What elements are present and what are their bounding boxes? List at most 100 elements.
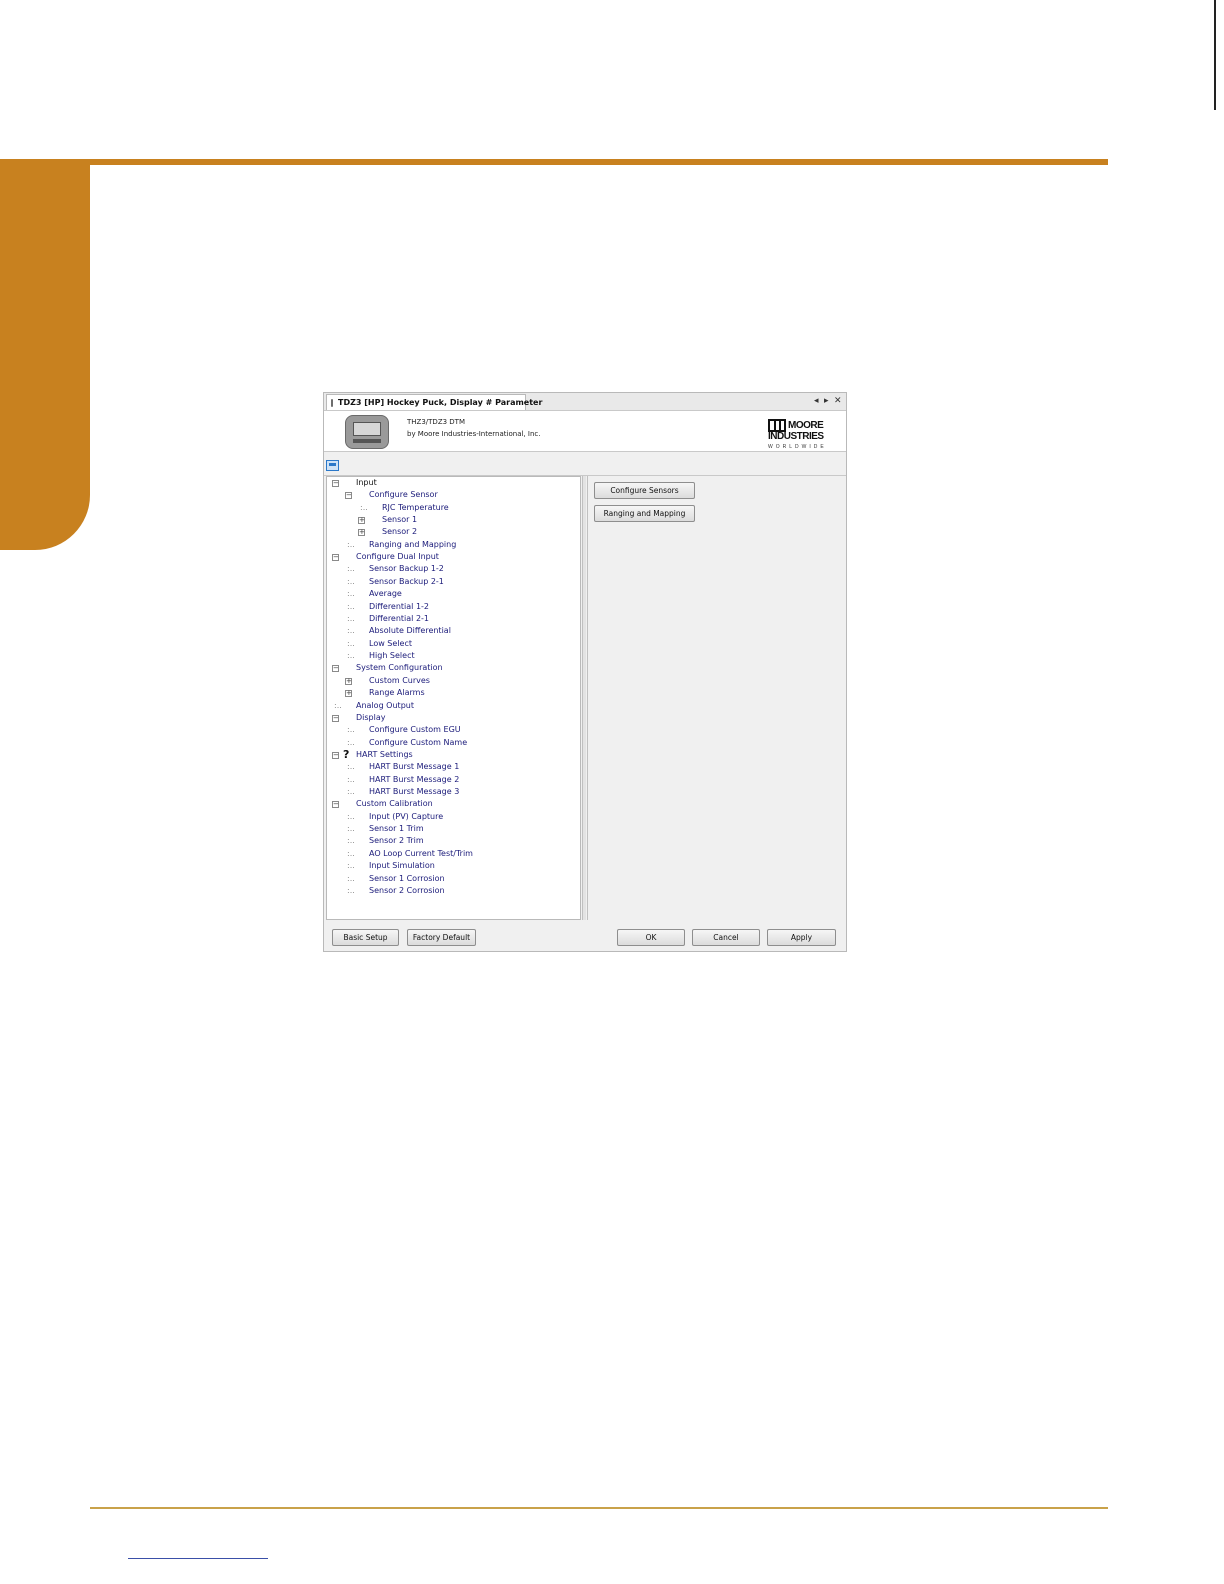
tree-item-sensor-1-trim[interactable]: Sensor 1 Trim (369, 823, 424, 835)
collapse-icon[interactable]: − (332, 665, 339, 672)
logo-line3: WORLDWIDE (768, 444, 827, 450)
expand-icon[interactable]: + (358, 517, 365, 524)
tree-connector: :.. (347, 861, 355, 870)
collapse-icon[interactable]: − (332, 752, 339, 759)
tree-item-absolute-differential[interactable]: Absolute Differential (369, 625, 451, 637)
tree-connector: :.. (347, 874, 355, 883)
tree-connector: :.. (347, 602, 355, 611)
footer-rule (90, 1507, 1108, 1509)
tree-item-ranging-and-mapping[interactable]: Ranging and Mapping (369, 539, 456, 551)
tree-connector: :.. (347, 775, 355, 784)
apply-button[interactable]: Apply (767, 929, 836, 946)
tree-item-configure-sensor[interactable]: Configure Sensor (369, 489, 438, 501)
tree-item-rjc-temperature[interactable]: RJC Temperature (382, 502, 449, 514)
cancel-button[interactable]: Cancel (692, 929, 760, 946)
tree-item-sensor-1[interactable]: Sensor 1 (382, 514, 417, 526)
footer-link-underline (128, 1558, 268, 1559)
tree-item-system-configuration[interactable]: System Configuration (356, 662, 443, 674)
factory-default-button[interactable]: Factory Default (407, 929, 476, 946)
tree-connector: :.. (347, 725, 355, 734)
device-display (353, 422, 381, 436)
view-toggle-icon[interactable] (326, 460, 339, 471)
tree-item-sensor-backup-2-1[interactable]: Sensor Backup 2-1 (369, 576, 444, 588)
tree-item-input[interactable]: Input (356, 477, 377, 489)
tree-item-display[interactable]: Display (356, 712, 386, 724)
tree-item-configure-custom-egu[interactable]: Configure Custom EGU (369, 724, 461, 736)
tree-item-sensor-2-trim[interactable]: Sensor 2 Trim (369, 835, 424, 847)
device-label (353, 439, 381, 443)
ok-button[interactable]: OK (617, 929, 685, 946)
tree-item-hart-burst-2[interactable]: HART Burst Message 2 (369, 774, 459, 786)
tree-connector: :.. (347, 812, 355, 821)
tree-item-input-pv-capture[interactable]: Input (PV) Capture (369, 811, 443, 823)
basic-setup-button[interactable]: Basic Setup (332, 929, 399, 946)
tree-connector: :.. (347, 762, 355, 771)
expand-icon[interactable]: + (358, 529, 365, 536)
tree-item-average[interactable]: Average (369, 588, 402, 600)
tree-connector: :.. (360, 503, 368, 512)
tab-parameter[interactable]: TDZ3 [HP] Hockey Puck, Display # Paramet… (326, 394, 542, 410)
tree-item-configure-dual-input[interactable]: Configure Dual Input (356, 551, 439, 563)
tree-item-configure-custom-name[interactable]: Configure Custom Name (369, 737, 467, 749)
collapse-icon[interactable]: − (345, 492, 352, 499)
collapse-icon[interactable]: − (332, 554, 339, 561)
dtm-name: THZ3/TDZ3 DTM (407, 418, 465, 426)
tree-item-sensor-backup-1-2[interactable]: Sensor Backup 1-2 (369, 563, 444, 575)
tree-item-hart-burst-3[interactable]: HART Burst Message 3 (369, 786, 459, 798)
collapse-icon[interactable]: − (332, 801, 339, 808)
tree-item-analog-output[interactable]: Analog Output (356, 700, 414, 712)
tree-item-ao-loop-current[interactable]: AO Loop Current Test/Trim (369, 848, 473, 860)
tree-connector: :.. (347, 651, 355, 660)
navigation-tree: − Input − Configure Sensor :.. RJC Tempe… (326, 476, 581, 920)
tree-connector: :.. (334, 701, 342, 710)
tree-connector: :.. (347, 787, 355, 796)
tree-item-range-alarms[interactable]: Range Alarms (369, 687, 425, 699)
expand-icon[interactable]: + (345, 678, 352, 685)
tree-item-low-select[interactable]: Low Select (369, 638, 412, 650)
tree-connector: :.. (347, 589, 355, 598)
logo-line2: INDUSTRIES (768, 431, 824, 442)
toolbar (324, 457, 846, 476)
scroll-left-icon[interactable]: ◂ (814, 395, 819, 407)
tree-item-differential-1-2[interactable]: Differential 1-2 (369, 601, 429, 613)
tree-connector: :.. (347, 577, 355, 586)
tree-connector: :.. (347, 849, 355, 858)
tree-connector: :.. (347, 639, 355, 648)
tab-bar: TDZ3 [HP] Hockey Puck, Display # Paramet… (324, 393, 846, 411)
tree-connector: :.. (347, 836, 355, 845)
moore-industries-logo: MOORE INDUSTRIES WORLDWIDE (768, 417, 840, 451)
configure-sensors-button[interactable]: Configure Sensors (594, 482, 695, 499)
ranging-and-mapping-button[interactable]: Ranging and Mapping (594, 505, 695, 522)
dtm-vendor: by Moore Industries-International, Inc. (407, 430, 541, 438)
tree-connector: :.. (347, 564, 355, 573)
collapse-icon[interactable]: − (332, 715, 339, 722)
close-icon[interactable]: ✕ (834, 395, 842, 407)
tree-item-sensor-2-corrosion[interactable]: Sensor 2 Corrosion (369, 885, 445, 897)
logo-line1: MOORE (788, 420, 824, 431)
collapse-icon[interactable]: − (332, 480, 339, 487)
tree-item-sensor-1-corrosion[interactable]: Sensor 1 Corrosion (369, 873, 445, 885)
tree-item-high-select[interactable]: High Select (369, 650, 415, 662)
page-margin-mark (1206, 0, 1224, 110)
tree-item-hart-settings[interactable]: HART Settings (356, 749, 413, 761)
tree-item-differential-2-1[interactable]: Differential 2-1 (369, 613, 429, 625)
tree-connector: :.. (347, 824, 355, 833)
tab-title: TDZ3 [HP] Hockey Puck, Display # Paramet… (338, 398, 543, 407)
tree-item-hart-burst-1[interactable]: HART Burst Message 1 (369, 761, 459, 773)
tree-connector: :.. (347, 614, 355, 623)
tree-item-custom-curves[interactable]: Custom Curves (369, 675, 430, 687)
pane-splitter[interactable] (582, 476, 586, 920)
dtm-header: THZ3/TDZ3 DTM by Moore Industries-Intern… (324, 411, 846, 452)
tree-connector: :.. (347, 626, 355, 635)
content-pane: Configure Sensors Ranging and Mapping (587, 476, 844, 920)
chapter-side-tab (0, 160, 90, 550)
tree-item-input-simulation[interactable]: Input Simulation (369, 860, 435, 872)
tree-item-custom-calibration[interactable]: Custom Calibration (356, 798, 433, 810)
help-cursor-icon: ? (343, 748, 350, 761)
device-tab-icon (331, 398, 333, 407)
device-image (345, 415, 389, 449)
scroll-right-icon[interactable]: ▸ (824, 395, 829, 407)
tree-item-sensor-2[interactable]: Sensor 2 (382, 526, 417, 538)
tree-connector: :.. (347, 540, 355, 549)
expand-icon[interactable]: + (345, 690, 352, 697)
